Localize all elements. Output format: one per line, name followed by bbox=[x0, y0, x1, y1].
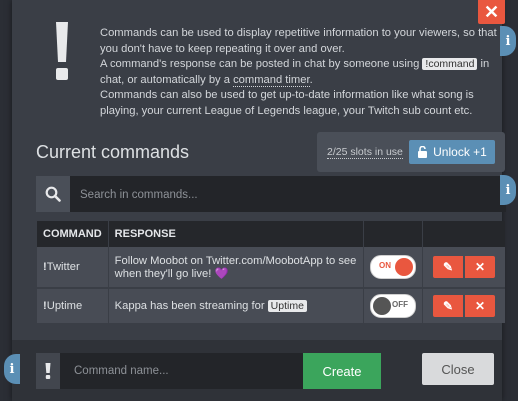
unlock-label: Unlock +1 bbox=[433, 145, 487, 159]
info-text: Commands can be used to display repetiti… bbox=[100, 26, 500, 120]
command-name: !Uptime bbox=[37, 289, 108, 323]
toggle-label: ON bbox=[379, 261, 391, 270]
exclamation-icon bbox=[56, 22, 68, 80]
info-line-1: Commands can be used to display repetiti… bbox=[100, 27, 497, 55]
info-icon[interactable]: i bbox=[4, 354, 20, 384]
info-line-2-pre: A command's response can be posted in ch… bbox=[100, 58, 423, 71]
page-title: Current commands bbox=[36, 142, 190, 162]
enable-toggle[interactable]: ON bbox=[370, 255, 416, 279]
edit-icon[interactable]: ✎ bbox=[433, 295, 463, 317]
column-header-response: RESPONSE bbox=[108, 221, 363, 247]
info-line-2-post: . bbox=[309, 73, 313, 86]
command-name-input[interactable] bbox=[60, 353, 303, 389]
search-bar bbox=[36, 176, 506, 214]
table-row: !Twitter Follow Moobot on Twitter.com/Mo… bbox=[37, 247, 505, 289]
search-input[interactable] bbox=[78, 176, 502, 214]
command-example-tag: !command bbox=[422, 58, 478, 71]
delete-icon[interactable]: ✕ bbox=[465, 295, 495, 317]
command-response: Kappa has been streaming for Uptime bbox=[108, 289, 363, 323]
unlock-button[interactable]: Unlock +1 bbox=[409, 140, 495, 164]
delete-icon[interactable]: ✕ bbox=[465, 256, 495, 278]
column-header-command: COMMAND bbox=[37, 221, 108, 247]
actions-cell: ✎ ✕ bbox=[423, 247, 505, 289]
command-name-text: Twitter bbox=[46, 261, 80, 273]
table-row: !Uptime Kappa has been streaming for Upt… bbox=[37, 289, 505, 323]
info-line-2: A command's response can be posted in ch… bbox=[100, 57, 500, 88]
actions-cell: ✎ ✕ bbox=[423, 289, 505, 323]
column-header-toggle bbox=[364, 221, 422, 247]
command-response-text: Kappa has been streaming for bbox=[114, 300, 268, 312]
slots-panel: 2/25 slots in use Unlock +1 bbox=[317, 132, 505, 172]
edit-icon[interactable]: ✎ bbox=[433, 256, 463, 278]
toggle-label: OFF bbox=[392, 300, 408, 309]
toggle-cell: OFF bbox=[364, 289, 422, 323]
command-response-text: Follow Moobot on Twitter.com/MoobotApp t… bbox=[114, 254, 357, 280]
info-line-3: Commands can also be used to get up-to-d… bbox=[100, 89, 474, 117]
toggle-cell: ON bbox=[364, 247, 422, 289]
command-timer-link[interactable]: command timer bbox=[233, 73, 310, 87]
unlock-icon bbox=[418, 146, 428, 158]
purple-heart-icon: 💜 bbox=[214, 267, 229, 280]
column-header-actions bbox=[423, 221, 505, 247]
info-icon[interactable]: i bbox=[500, 26, 516, 56]
command-name-text: Uptime bbox=[46, 300, 83, 312]
toggle-knob bbox=[395, 258, 413, 276]
slots-usage[interactable]: 2/25 slots in use bbox=[327, 146, 403, 159]
uptime-variable-tag: Uptime bbox=[267, 300, 307, 312]
close-icon[interactable]: ✕ bbox=[478, 0, 505, 24]
enable-toggle[interactable]: OFF bbox=[370, 294, 416, 318]
toggle-knob bbox=[373, 297, 391, 315]
command-name: !Twitter bbox=[37, 247, 108, 289]
info-icon[interactable]: i bbox=[500, 175, 516, 205]
search-icon bbox=[36, 176, 70, 212]
exclamation-icon bbox=[36, 353, 60, 389]
footer-bar: Create Close bbox=[12, 340, 502, 401]
command-response: Follow Moobot on Twitter.com/MoobotApp t… bbox=[108, 247, 363, 289]
create-button[interactable]: Create bbox=[303, 353, 381, 389]
commands-modal: ✕ Commands can be used to display repeti… bbox=[12, 0, 506, 401]
close-button[interactable]: Close bbox=[422, 353, 494, 385]
commands-table: COMMAND RESPONSE !Twitter Follow Moobot … bbox=[36, 221, 506, 323]
